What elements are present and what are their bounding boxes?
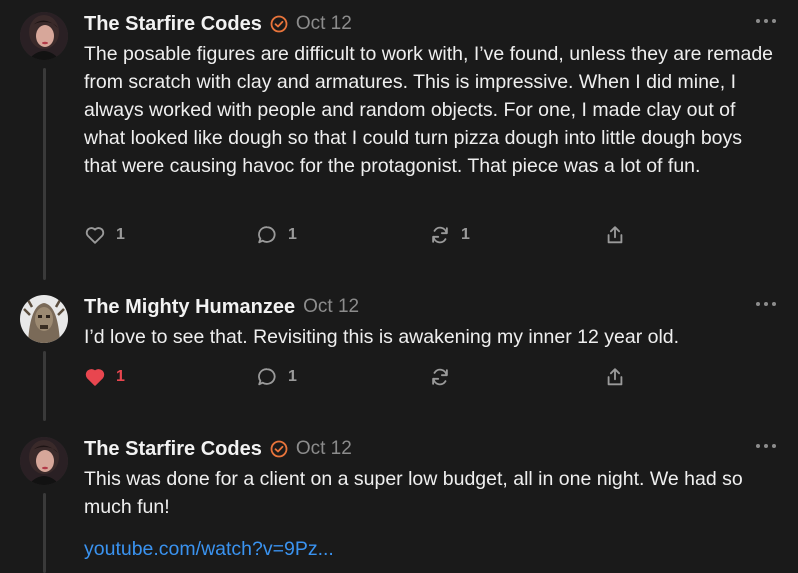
author-name[interactable]: The Starfire Codes: [84, 12, 262, 36]
action-bar: 1 1 1: [84, 223, 644, 247]
comment-header: The Starfire Codes Oct 12: [84, 437, 352, 461]
comment-header: The Starfire Codes Oct 12: [84, 12, 352, 36]
share-icon: [607, 368, 623, 386]
heart-icon: [85, 369, 105, 386]
verified-badge-icon: [270, 15, 288, 33]
author-name[interactable]: The Starfire Codes: [84, 437, 262, 461]
like-count: 1: [116, 368, 125, 385]
comment-count: 1: [288, 226, 297, 243]
more-options-button[interactable]: [756, 441, 776, 451]
avatar[interactable]: [20, 12, 68, 60]
post-date[interactable]: Oct 12: [296, 12, 352, 36]
comment-icon: [258, 226, 276, 244]
comment-button[interactable]: 1: [256, 223, 297, 247]
share-button[interactable]: [604, 223, 626, 247]
restack-count: 1: [461, 226, 470, 243]
comment-count: 1: [288, 368, 297, 385]
avatar[interactable]: [20, 295, 68, 343]
like-button[interactable]: 1: [84, 223, 125, 247]
action-bar: 1 1: [84, 365, 644, 389]
share-button[interactable]: [604, 365, 626, 389]
post-date[interactable]: Oct 12: [303, 295, 359, 319]
restack-icon: [432, 368, 448, 386]
comment-text: This was done for a client on a super lo…: [84, 468, 743, 518]
avatar[interactable]: [20, 437, 68, 485]
thread-rail: [43, 68, 46, 280]
more-icon: [756, 19, 760, 23]
comment-body: The posable figures are difficult to wor…: [84, 43, 774, 177]
more-icon: [756, 302, 760, 306]
comment-body: This was done for a client on a super lo…: [84, 465, 774, 563]
youtube-link[interactable]: youtube.com/watch?v=9Pz...: [84, 538, 334, 560]
comment-header: The Mighty Humanzee Oct 12: [84, 295, 359, 319]
restack-button[interactable]: [429, 365, 461, 389]
comment-button[interactable]: 1: [256, 365, 297, 389]
author-name[interactable]: The Mighty Humanzee: [84, 295, 295, 319]
post-date[interactable]: Oct 12: [296, 437, 352, 461]
comment-thread: The Starfire Codes Oct 12 The posable fi…: [0, 0, 798, 573]
more-icon: [756, 444, 760, 448]
share-icon: [607, 226, 623, 244]
comment-icon: [258, 368, 276, 386]
thread-rail: [43, 351, 46, 421]
more-options-button[interactable]: [756, 16, 776, 26]
like-button[interactable]: 1: [84, 365, 125, 389]
more-options-button[interactable]: [756, 299, 776, 309]
restack-icon: [432, 226, 448, 244]
verified-badge-icon: [270, 440, 288, 458]
restack-button[interactable]: 1: [429, 223, 470, 247]
like-count: 1: [116, 226, 125, 243]
heart-icon: [85, 227, 105, 244]
thread-rail: [43, 493, 46, 573]
comment-body: I’d love to see that. Revisiting this is…: [84, 326, 680, 348]
